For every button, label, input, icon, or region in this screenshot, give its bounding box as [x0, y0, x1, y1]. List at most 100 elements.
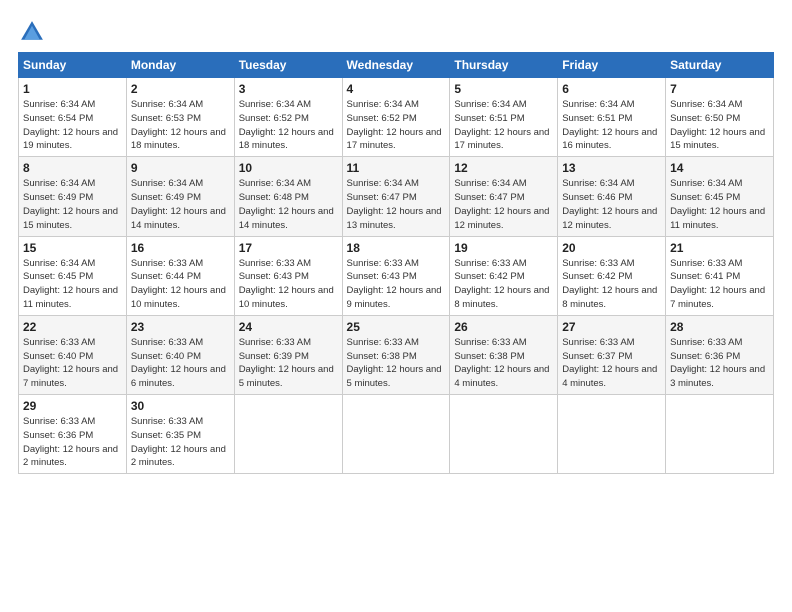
- day-number: 15: [23, 241, 122, 255]
- page: SundayMondayTuesdayWednesdayThursdayFrid…: [0, 0, 792, 612]
- day-number: 18: [347, 241, 446, 255]
- calendar-cell: 30 Sunrise: 6:33 AMSunset: 6:35 PMDaylig…: [126, 395, 234, 474]
- day-info: Sunrise: 6:34 AMSunset: 6:54 PMDaylight:…: [23, 99, 118, 151]
- day-number: 24: [239, 320, 338, 334]
- day-number: 1: [23, 82, 122, 96]
- day-info: Sunrise: 6:33 AMSunset: 6:43 PMDaylight:…: [239, 258, 334, 310]
- day-number: 9: [131, 161, 230, 175]
- calendar-cell: 14 Sunrise: 6:34 AMSunset: 6:45 PMDaylig…: [666, 157, 774, 236]
- calendar-cell: 24 Sunrise: 6:33 AMSunset: 6:39 PMDaylig…: [234, 315, 342, 394]
- day-info: Sunrise: 6:34 AMSunset: 6:45 PMDaylight:…: [670, 178, 765, 230]
- day-info: Sunrise: 6:34 AMSunset: 6:51 PMDaylight:…: [454, 99, 549, 151]
- calendar-cell: 10 Sunrise: 6:34 AMSunset: 6:48 PMDaylig…: [234, 157, 342, 236]
- day-info: Sunrise: 6:33 AMSunset: 6:38 PMDaylight:…: [454, 337, 549, 389]
- day-info: Sunrise: 6:34 AMSunset: 6:48 PMDaylight:…: [239, 178, 334, 230]
- day-number: 11: [347, 161, 446, 175]
- calendar-cell: 8 Sunrise: 6:34 AMSunset: 6:49 PMDayligh…: [19, 157, 127, 236]
- day-number: 22: [23, 320, 122, 334]
- day-number: 3: [239, 82, 338, 96]
- calendar-cell: 7 Sunrise: 6:34 AMSunset: 6:50 PMDayligh…: [666, 78, 774, 157]
- day-info: Sunrise: 6:34 AMSunset: 6:53 PMDaylight:…: [131, 99, 226, 151]
- day-number: 17: [239, 241, 338, 255]
- day-info: Sunrise: 6:33 AMSunset: 6:40 PMDaylight:…: [131, 337, 226, 389]
- day-number: 14: [670, 161, 769, 175]
- day-info: Sunrise: 6:33 AMSunset: 6:42 PMDaylight:…: [454, 258, 549, 310]
- calendar-cell: [342, 395, 450, 474]
- day-info: Sunrise: 6:33 AMSunset: 6:41 PMDaylight:…: [670, 258, 765, 310]
- calendar-cell: 3 Sunrise: 6:34 AMSunset: 6:52 PMDayligh…: [234, 78, 342, 157]
- col-header-monday: Monday: [126, 53, 234, 78]
- logo: [18, 18, 50, 46]
- calendar-cell: 9 Sunrise: 6:34 AMSunset: 6:49 PMDayligh…: [126, 157, 234, 236]
- header: [18, 18, 774, 46]
- day-number: 19: [454, 241, 553, 255]
- calendar-cell: 16 Sunrise: 6:33 AMSunset: 6:44 PMDaylig…: [126, 236, 234, 315]
- day-number: 25: [347, 320, 446, 334]
- calendar-header-row: SundayMondayTuesdayWednesdayThursdayFrid…: [19, 53, 774, 78]
- col-header-wednesday: Wednesday: [342, 53, 450, 78]
- day-number: 26: [454, 320, 553, 334]
- day-number: 6: [562, 82, 661, 96]
- day-info: Sunrise: 6:33 AMSunset: 6:43 PMDaylight:…: [347, 258, 442, 310]
- calendar-week-row: 8 Sunrise: 6:34 AMSunset: 6:49 PMDayligh…: [19, 157, 774, 236]
- day-info: Sunrise: 6:33 AMSunset: 6:40 PMDaylight:…: [23, 337, 118, 389]
- calendar-week-row: 1 Sunrise: 6:34 AMSunset: 6:54 PMDayligh…: [19, 78, 774, 157]
- day-number: 21: [670, 241, 769, 255]
- day-info: Sunrise: 6:33 AMSunset: 6:36 PMDaylight:…: [23, 416, 118, 468]
- calendar-cell: 11 Sunrise: 6:34 AMSunset: 6:47 PMDaylig…: [342, 157, 450, 236]
- day-info: Sunrise: 6:34 AMSunset: 6:49 PMDaylight:…: [131, 178, 226, 230]
- calendar-cell: 12 Sunrise: 6:34 AMSunset: 6:47 PMDaylig…: [450, 157, 558, 236]
- day-number: 27: [562, 320, 661, 334]
- calendar-cell: [450, 395, 558, 474]
- day-info: Sunrise: 6:34 AMSunset: 6:47 PMDaylight:…: [347, 178, 442, 230]
- day-info: Sunrise: 6:34 AMSunset: 6:51 PMDaylight:…: [562, 99, 657, 151]
- calendar-cell: 20 Sunrise: 6:33 AMSunset: 6:42 PMDaylig…: [558, 236, 666, 315]
- calendar-cell: 13 Sunrise: 6:34 AMSunset: 6:46 PMDaylig…: [558, 157, 666, 236]
- calendar-cell: 27 Sunrise: 6:33 AMSunset: 6:37 PMDaylig…: [558, 315, 666, 394]
- day-info: Sunrise: 6:33 AMSunset: 6:42 PMDaylight:…: [562, 258, 657, 310]
- day-number: 8: [23, 161, 122, 175]
- day-number: 10: [239, 161, 338, 175]
- day-info: Sunrise: 6:33 AMSunset: 6:36 PMDaylight:…: [670, 337, 765, 389]
- day-number: 7: [670, 82, 769, 96]
- calendar-cell: 25 Sunrise: 6:33 AMSunset: 6:38 PMDaylig…: [342, 315, 450, 394]
- calendar-cell: 21 Sunrise: 6:33 AMSunset: 6:41 PMDaylig…: [666, 236, 774, 315]
- day-info: Sunrise: 6:34 AMSunset: 6:49 PMDaylight:…: [23, 178, 118, 230]
- day-info: Sunrise: 6:34 AMSunset: 6:45 PMDaylight:…: [23, 258, 118, 310]
- calendar-cell: 4 Sunrise: 6:34 AMSunset: 6:52 PMDayligh…: [342, 78, 450, 157]
- calendar-week-row: 22 Sunrise: 6:33 AMSunset: 6:40 PMDaylig…: [19, 315, 774, 394]
- calendar-cell: 22 Sunrise: 6:33 AMSunset: 6:40 PMDaylig…: [19, 315, 127, 394]
- calendar-cell: 15 Sunrise: 6:34 AMSunset: 6:45 PMDaylig…: [19, 236, 127, 315]
- calendar-week-row: 15 Sunrise: 6:34 AMSunset: 6:45 PMDaylig…: [19, 236, 774, 315]
- logo-icon: [18, 18, 46, 46]
- calendar-cell: [558, 395, 666, 474]
- day-number: 2: [131, 82, 230, 96]
- day-info: Sunrise: 6:34 AMSunset: 6:46 PMDaylight:…: [562, 178, 657, 230]
- day-number: 4: [347, 82, 446, 96]
- col-header-saturday: Saturday: [666, 53, 774, 78]
- calendar-cell: 23 Sunrise: 6:33 AMSunset: 6:40 PMDaylig…: [126, 315, 234, 394]
- day-info: Sunrise: 6:34 AMSunset: 6:47 PMDaylight:…: [454, 178, 549, 230]
- calendar-week-row: 29 Sunrise: 6:33 AMSunset: 6:36 PMDaylig…: [19, 395, 774, 474]
- day-number: 5: [454, 82, 553, 96]
- calendar-cell: 28 Sunrise: 6:33 AMSunset: 6:36 PMDaylig…: [666, 315, 774, 394]
- calendar-cell: 1 Sunrise: 6:34 AMSunset: 6:54 PMDayligh…: [19, 78, 127, 157]
- day-info: Sunrise: 6:33 AMSunset: 6:39 PMDaylight:…: [239, 337, 334, 389]
- day-info: Sunrise: 6:34 AMSunset: 6:50 PMDaylight:…: [670, 99, 765, 151]
- calendar-cell: [666, 395, 774, 474]
- day-number: 16: [131, 241, 230, 255]
- col-header-friday: Friday: [558, 53, 666, 78]
- day-number: 28: [670, 320, 769, 334]
- day-info: Sunrise: 6:34 AMSunset: 6:52 PMDaylight:…: [239, 99, 334, 151]
- day-number: 13: [562, 161, 661, 175]
- day-number: 30: [131, 399, 230, 413]
- calendar-cell: 26 Sunrise: 6:33 AMSunset: 6:38 PMDaylig…: [450, 315, 558, 394]
- calendar-cell: 17 Sunrise: 6:33 AMSunset: 6:43 PMDaylig…: [234, 236, 342, 315]
- day-number: 23: [131, 320, 230, 334]
- calendar-cell: 6 Sunrise: 6:34 AMSunset: 6:51 PMDayligh…: [558, 78, 666, 157]
- day-info: Sunrise: 6:33 AMSunset: 6:44 PMDaylight:…: [131, 258, 226, 310]
- col-header-thursday: Thursday: [450, 53, 558, 78]
- day-info: Sunrise: 6:33 AMSunset: 6:35 PMDaylight:…: [131, 416, 226, 468]
- calendar-cell: 29 Sunrise: 6:33 AMSunset: 6:36 PMDaylig…: [19, 395, 127, 474]
- day-info: Sunrise: 6:33 AMSunset: 6:38 PMDaylight:…: [347, 337, 442, 389]
